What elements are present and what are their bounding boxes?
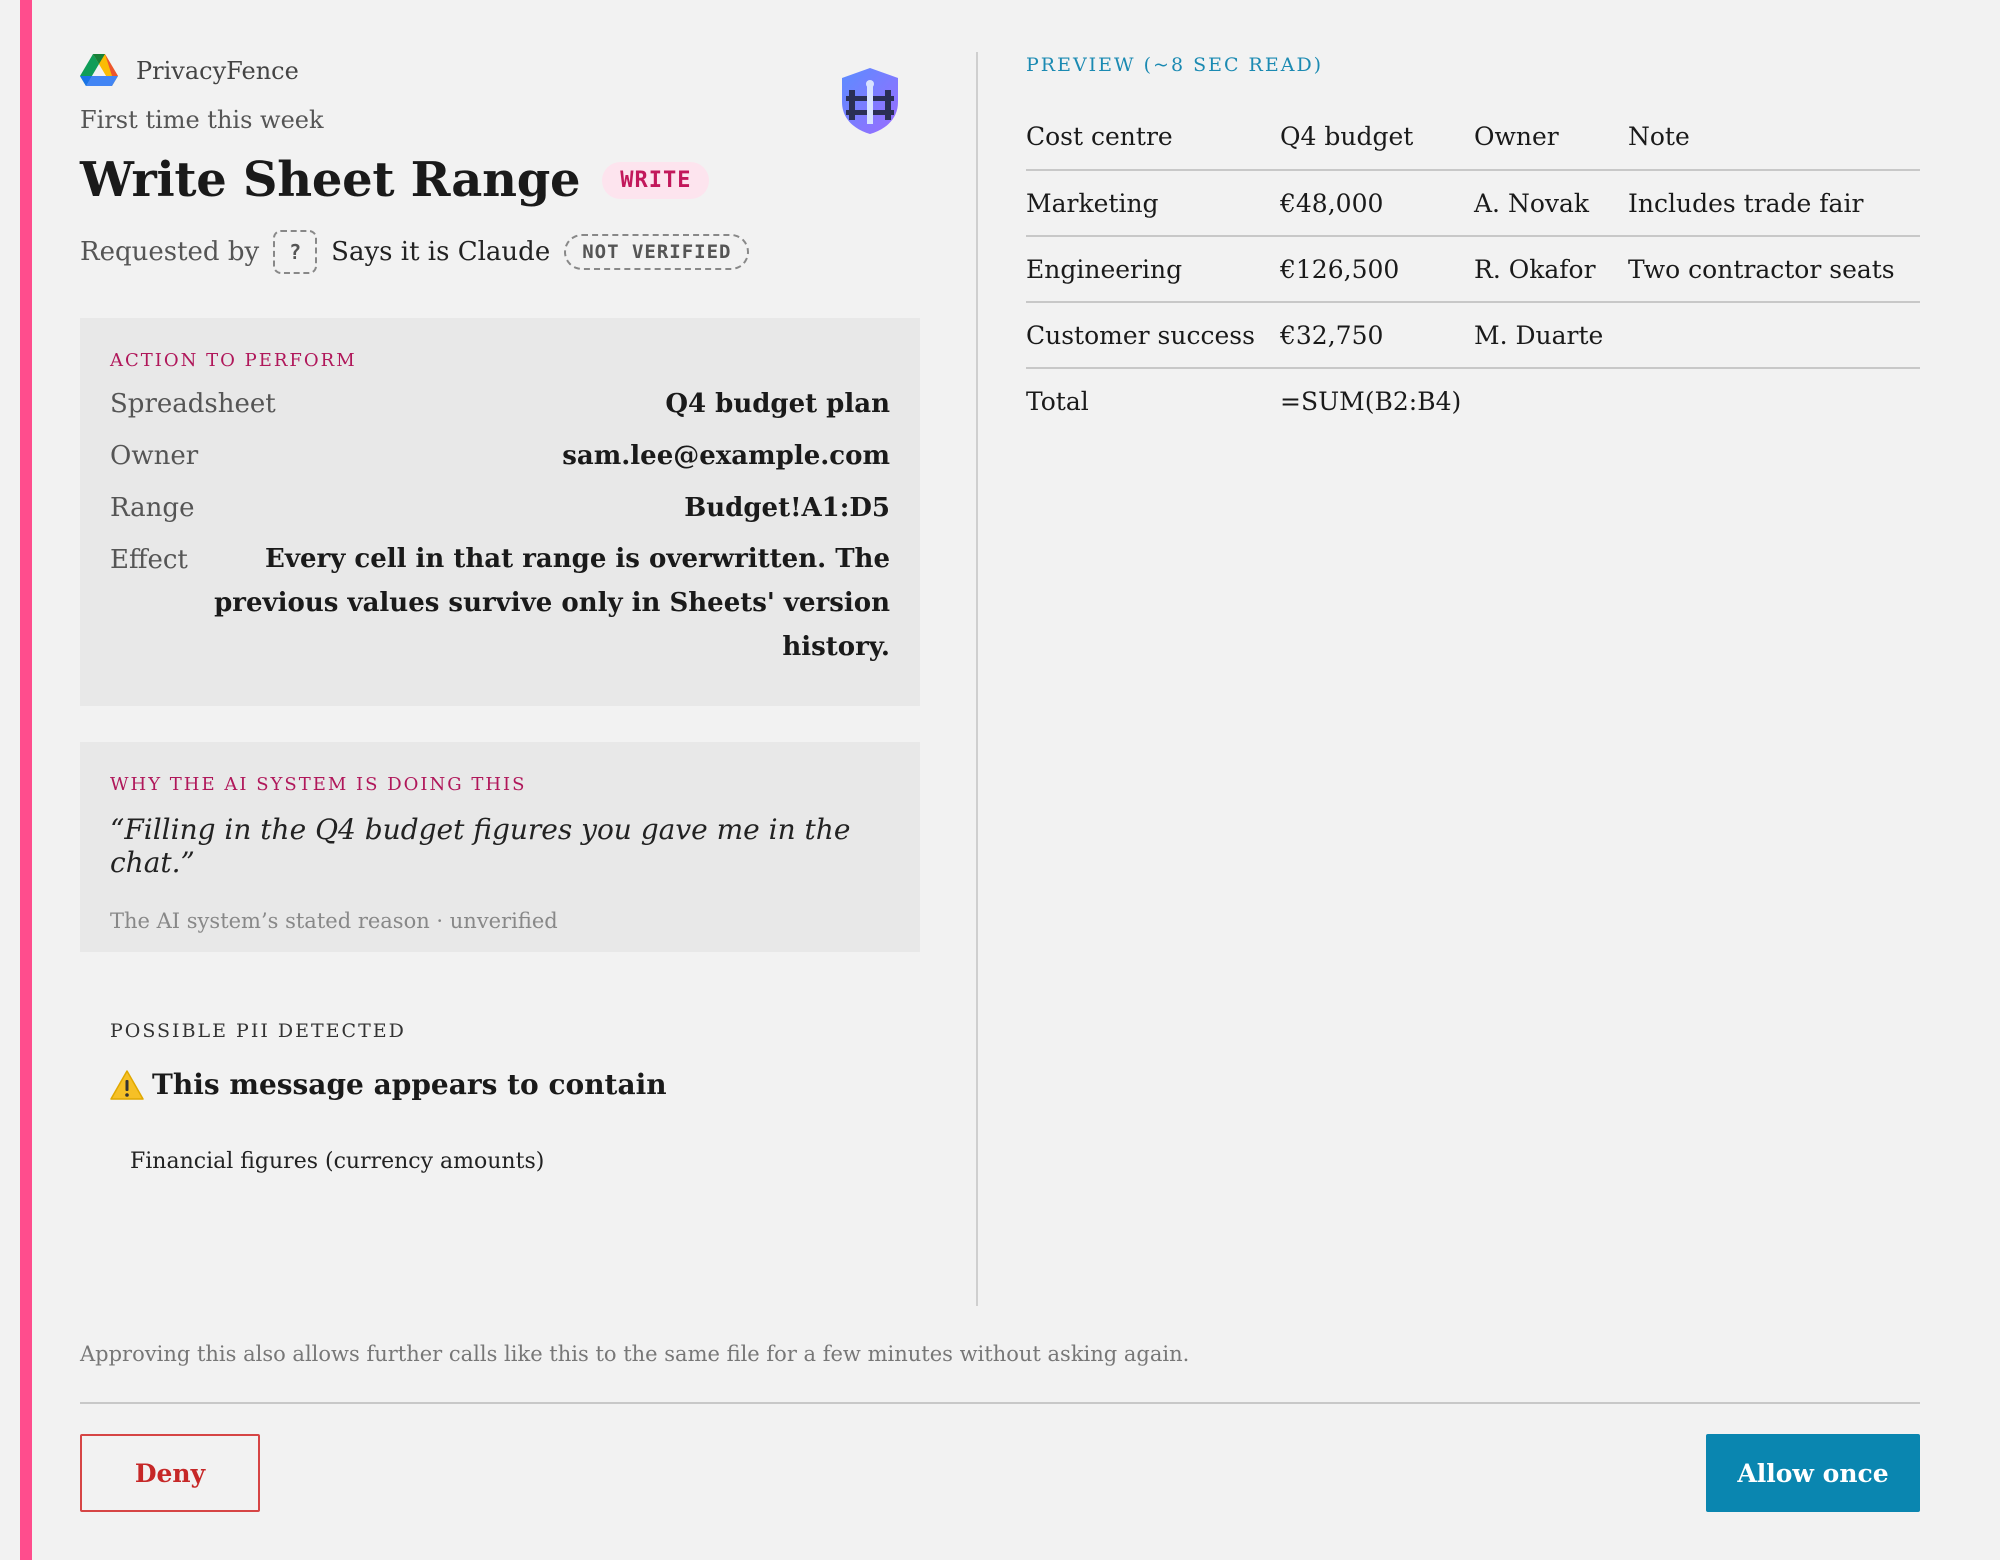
table-cell: Includes trade fair	[1628, 170, 1920, 237]
table-row: Marketing €48,000 A. Novak Includes trad…	[1026, 170, 1920, 237]
pii-label: POSSIBLE PII DETECTED	[110, 1020, 406, 1042]
column-divider	[976, 52, 978, 1306]
table-cell	[1628, 368, 1920, 434]
action-panel: ACTION TO PERFORM Spreadsheet Q4 budget …	[80, 318, 920, 706]
brand-name: PrivacyFence	[136, 57, 299, 85]
table-row-total: Total =SUM(B2:B4)	[1026, 368, 1920, 434]
pii-section: POSSIBLE PII DETECTED This message appea…	[110, 1020, 890, 1174]
table-cell: =SUM(B2:B4)	[1280, 387, 1462, 416]
action-value: Q4 budget plan	[665, 389, 890, 419]
pii-heading: This message appears to contain	[152, 1068, 667, 1101]
write-badge: WRITE	[602, 161, 710, 199]
page-title: Write Sheet Range	[80, 152, 581, 208]
column-header: Note	[1628, 104, 1920, 171]
warning-icon	[110, 1069, 144, 1100]
title-row: Write Sheet Range WRITE	[80, 152, 710, 208]
table-cell: Customer success	[1026, 302, 1280, 369]
table-row: Engineering €126,500 R. Okafor Two contr…	[1026, 236, 1920, 303]
requested-by-label: Requested by	[80, 237, 260, 267]
table-cell: Engineering	[1026, 236, 1280, 303]
table-cell: A. Novak	[1474, 170, 1628, 237]
action-value: Every cell in that range is overwritten.…	[214, 544, 890, 662]
privacy-shield-icon	[842, 68, 898, 134]
action-key: Owner	[110, 441, 199, 471]
action-row-spreadsheet: Spreadsheet Q4 budget plan	[110, 389, 890, 419]
brand: PrivacyFence	[80, 54, 299, 88]
pii-heading-row: This message appears to contain	[110, 1068, 890, 1101]
action-row-effect: Effect Every cell in that range is overw…	[110, 544, 890, 669]
table-cell: Two contractor seats	[1628, 236, 1920, 303]
action-value: sam.lee@example.com	[562, 441, 890, 471]
reason-caption: The AI system’s stated reason · unverifi…	[110, 909, 558, 933]
table-cell: €32,750	[1280, 302, 1474, 369]
action-row-owner: Owner sam.lee@example.com	[110, 441, 890, 471]
table-cell	[1628, 302, 1920, 369]
first-time-notice: First time this week	[80, 106, 324, 134]
table-cell: Marketing	[1026, 170, 1280, 237]
action-key: Spreadsheet	[110, 389, 276, 419]
reason-panel: WHY THE AI SYSTEM IS DOING THIS “Filling…	[80, 742, 920, 952]
preview-table: Cost centre Q4 budget Owner Note Marketi…	[1026, 104, 1920, 434]
unknown-requester-icon: ?	[273, 230, 318, 274]
table-header-row: Cost centre Q4 budget Owner Note	[1026, 104, 1920, 171]
footer-divider	[80, 1402, 1920, 1404]
action-label: ACTION TO PERFORM	[110, 350, 357, 371]
pii-item: Financial figures (currency amounts)	[130, 1149, 545, 1174]
table-cell: €126,500	[1280, 236, 1474, 303]
allow-once-button[interactable]: Allow once	[1706, 1434, 1920, 1512]
requester-row: Requested by ? Says it is Claude NOT VER…	[80, 230, 750, 274]
action-value: Budget!A1:D5	[684, 493, 890, 523]
action-key: Effect	[110, 545, 188, 575]
column-header: Owner	[1474, 104, 1628, 171]
accent-bar	[20, 0, 32, 1560]
approval-scope-note: Approving this also allows further calls…	[80, 1342, 1190, 1366]
table-row: Customer success €32,750 M. Duarte	[1026, 302, 1920, 369]
table-cell	[1474, 368, 1628, 434]
reason-quote: “Filling in the Q4 budget figures you ga…	[110, 813, 851, 879]
reason-label: WHY THE AI SYSTEM IS DOING THIS	[110, 774, 527, 795]
action-key: Range	[110, 493, 195, 523]
table-cell: €48,000	[1280, 170, 1474, 237]
deny-button[interactable]: Deny	[80, 1434, 260, 1512]
action-row-range: Range Budget!A1:D5	[110, 493, 890, 523]
table-cell: M. Duarte	[1474, 302, 1628, 369]
table-cell: Total	[1026, 387, 1089, 416]
column-header: Cost centre	[1026, 104, 1280, 171]
verification-badge: NOT VERIFIED	[564, 234, 750, 270]
table-cell: R. Okafor	[1474, 236, 1628, 303]
column-header: Q4 budget	[1280, 104, 1474, 171]
google-drive-icon	[80, 54, 118, 86]
requester-claim: Says it is Claude	[331, 237, 551, 267]
preview-label: PREVIEW (~8 SEC READ)	[1026, 54, 1324, 76]
